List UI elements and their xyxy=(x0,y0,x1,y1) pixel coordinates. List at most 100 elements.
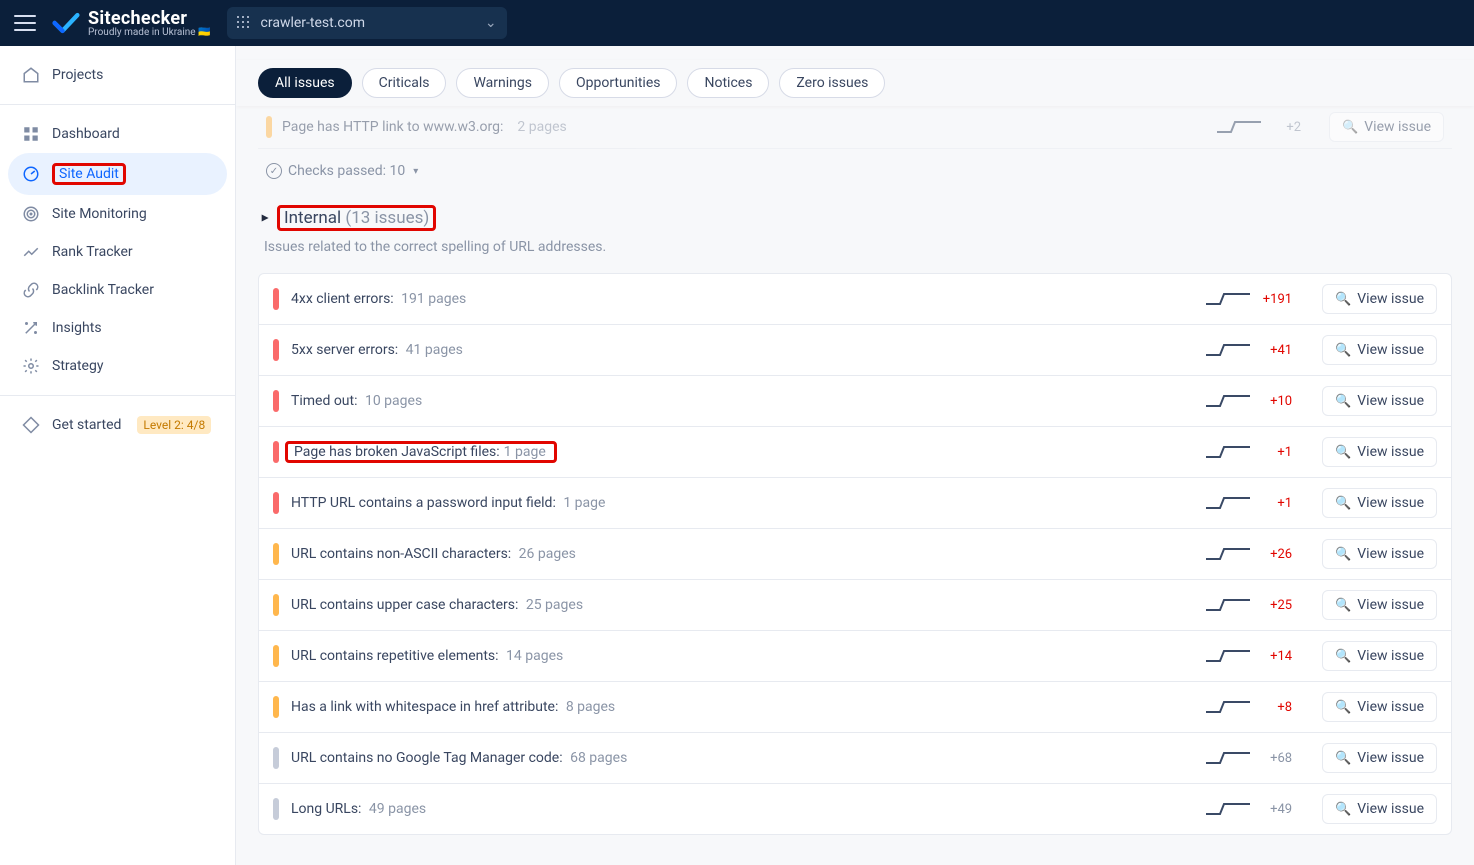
sidebar-item-strategy[interactable]: Strategy xyxy=(8,347,227,385)
sparkline-icon xyxy=(1206,751,1250,765)
filter-notices[interactable]: Notices xyxy=(687,68,769,98)
issue-pages: 26 pages xyxy=(515,546,576,562)
view-issue-button[interactable]: 🔍 View issue xyxy=(1329,112,1444,142)
sidebar-item-label: Dashboard xyxy=(52,126,120,142)
view-issue-label: View issue xyxy=(1357,291,1424,307)
brand-name: Sitechecker xyxy=(88,8,211,29)
view-issue-button[interactable]: 🔍View issue xyxy=(1322,794,1437,824)
issue-row[interactable]: URL contains non-ASCII characters: 26 pa… xyxy=(259,529,1451,580)
delta-value: +2 xyxy=(1271,120,1301,135)
severity-indicator xyxy=(273,492,279,514)
site-selector[interactable]: crawler-test.com ⌄ xyxy=(227,7,507,39)
view-issue-button[interactable]: 🔍View issue xyxy=(1322,284,1437,314)
view-issue-button[interactable]: 🔍View issue xyxy=(1322,335,1437,365)
group-description: Issues related to the correct spelling o… xyxy=(258,231,1452,273)
sparkline-icon xyxy=(1206,496,1250,510)
delta-value: +26 xyxy=(1262,547,1292,562)
filter-criticals[interactable]: Criticals xyxy=(362,68,447,98)
sidebar-item-get-started[interactable]: Get started Level 2: 4/8 xyxy=(8,406,227,444)
view-issue-label: View issue xyxy=(1357,750,1424,766)
view-issue-button[interactable]: 🔍View issue xyxy=(1322,539,1437,569)
issue-pages: 49 pages xyxy=(365,801,426,817)
view-issue-button[interactable]: 🔍View issue xyxy=(1322,641,1437,671)
issue-row[interactable]: Page has broken JavaScript files: 1 page… xyxy=(259,427,1451,478)
issue-title: HTTP URL contains a password input field… xyxy=(291,495,556,511)
filter-opportunities[interactable]: Opportunities xyxy=(559,68,678,98)
checks-passed[interactable]: ✓ Checks passed: 10 ▾ xyxy=(258,149,1452,205)
issue-row[interactable]: Long URLs: 49 pages+49🔍View issue xyxy=(259,784,1451,834)
gauge-icon xyxy=(22,165,40,183)
sidebar-item-dashboard[interactable]: Dashboard xyxy=(8,115,227,153)
issue-row[interactable]: 5xx server errors: 41 pages +41 🔍View issu… xyxy=(259,325,1451,376)
home-icon xyxy=(22,66,40,84)
delta-value: +1 xyxy=(1262,496,1292,511)
severity-indicator xyxy=(273,441,279,463)
delta-value: +1 xyxy=(1262,445,1292,460)
issue-row[interactable]: URL contains repetitive elements: 14 pag… xyxy=(259,631,1451,682)
menu-toggle[interactable] xyxy=(14,12,36,34)
chevron-up-icon: ▴ xyxy=(258,214,274,221)
search-icon: 🔍 xyxy=(1335,649,1351,664)
issue-row[interactable]: URL contains upper case characters: 25 p… xyxy=(259,580,1451,631)
severity-indicator xyxy=(273,543,279,565)
sidebar-item-label: Rank Tracker xyxy=(52,244,133,260)
search-icon: 🔍 xyxy=(1335,751,1351,766)
severity-indicator xyxy=(273,390,279,412)
view-issue-button[interactable]: 🔍View issue xyxy=(1322,590,1437,620)
caret-down-icon: ▾ xyxy=(413,166,418,177)
brand[interactable]: Sitechecker Proudly made in Ukraine 🇺🇦 xyxy=(52,8,211,38)
sidebar-item-insights[interactable]: Insights xyxy=(8,309,227,347)
issue-pages: 41 pages xyxy=(402,342,463,358)
delta-value: +41 xyxy=(1262,343,1292,358)
issue-title: 5xx server errors: xyxy=(291,342,398,358)
trend-icon xyxy=(22,243,40,261)
sidebar-item-label: Projects xyxy=(52,67,103,83)
severity-indicator xyxy=(273,696,279,718)
sidebar-item-site-monitoring[interactable]: Site Monitoring xyxy=(8,195,227,233)
sidebar-item-label: Insights xyxy=(52,320,102,336)
sidebar-item-label: Site Audit xyxy=(59,166,119,182)
site-domain: crawler-test.com xyxy=(261,15,365,31)
group-header-internal[interactable]: ▴ Internal (13 issues) xyxy=(258,205,1452,231)
brand-sub: Proudly made in Ukraine 🇺🇦 xyxy=(88,27,211,38)
view-issue-button[interactable]: 🔍View issue xyxy=(1322,692,1437,722)
issues-list: 4xx client errors: 191 pages+191🔍View is… xyxy=(258,273,1452,835)
highlight-group: Internal (13 issues) xyxy=(277,205,436,231)
issue-title: URL contains no Google Tag Manager code: xyxy=(291,750,563,766)
highlight-issue: Page has broken JavaScript files: 1 page xyxy=(285,441,557,463)
issue-title: URL contains upper case characters: xyxy=(291,597,518,613)
sidebar-item-site-audit[interactable]: Site Audit xyxy=(8,153,227,195)
logo-icon xyxy=(52,9,80,37)
view-issue-button[interactable]: 🔍View issue xyxy=(1322,488,1437,518)
issue-title: Timed out: xyxy=(291,393,358,409)
filter-zero-issues[interactable]: Zero issues xyxy=(779,68,885,98)
issue-row[interactable]: 4xx client errors: 191 pages+191🔍View is… xyxy=(259,274,1451,325)
issue-title: URL contains repetitive elements: xyxy=(291,648,499,664)
sparkline-icon xyxy=(1206,292,1250,306)
grid-icon xyxy=(237,16,251,30)
sidebar: Projects Dashboard Site Audit xyxy=(0,46,236,865)
target-icon xyxy=(22,205,40,223)
filter-all-issues[interactable]: All issues xyxy=(258,68,352,98)
check-circle-icon: ✓ xyxy=(266,163,282,179)
sidebar-item-backlink-tracker[interactable]: Backlink Tracker xyxy=(8,271,227,309)
sidebar-item-rank-tracker[interactable]: Rank Tracker xyxy=(8,233,227,271)
filter-warnings[interactable]: Warnings xyxy=(456,68,549,98)
issue-row[interactable]: Timed out: 10 pages+10🔍View issue xyxy=(259,376,1451,427)
sidebar-item-projects[interactable]: Projects xyxy=(8,56,227,94)
issue-row[interactable]: URL contains no Google Tag Manager code:… xyxy=(259,733,1451,784)
issue-row[interactable]: HTTP URL contains a password input field… xyxy=(259,478,1451,529)
issue-title: Has a link with whitespace in href attri… xyxy=(291,699,558,715)
view-issue-button[interactable]: 🔍View issue xyxy=(1322,386,1437,416)
delta-value: +49 xyxy=(1262,802,1292,817)
level-badge: Level 2: 4/8 xyxy=(137,416,211,434)
link-icon xyxy=(22,281,40,299)
view-issue-button[interactable]: 🔍View issue xyxy=(1322,437,1437,467)
main-content: All issues Criticals Warnings Opportunit… xyxy=(236,46,1474,865)
sparkline-icon xyxy=(1217,120,1261,134)
search-icon: 🔍 xyxy=(1335,802,1351,817)
sparkline-icon xyxy=(1206,649,1250,663)
view-issue-button[interactable]: 🔍 View issue xyxy=(1322,743,1437,773)
severity-indicator xyxy=(273,747,279,769)
issue-row[interactable]: Has a link with whitespace in href attri… xyxy=(259,682,1451,733)
